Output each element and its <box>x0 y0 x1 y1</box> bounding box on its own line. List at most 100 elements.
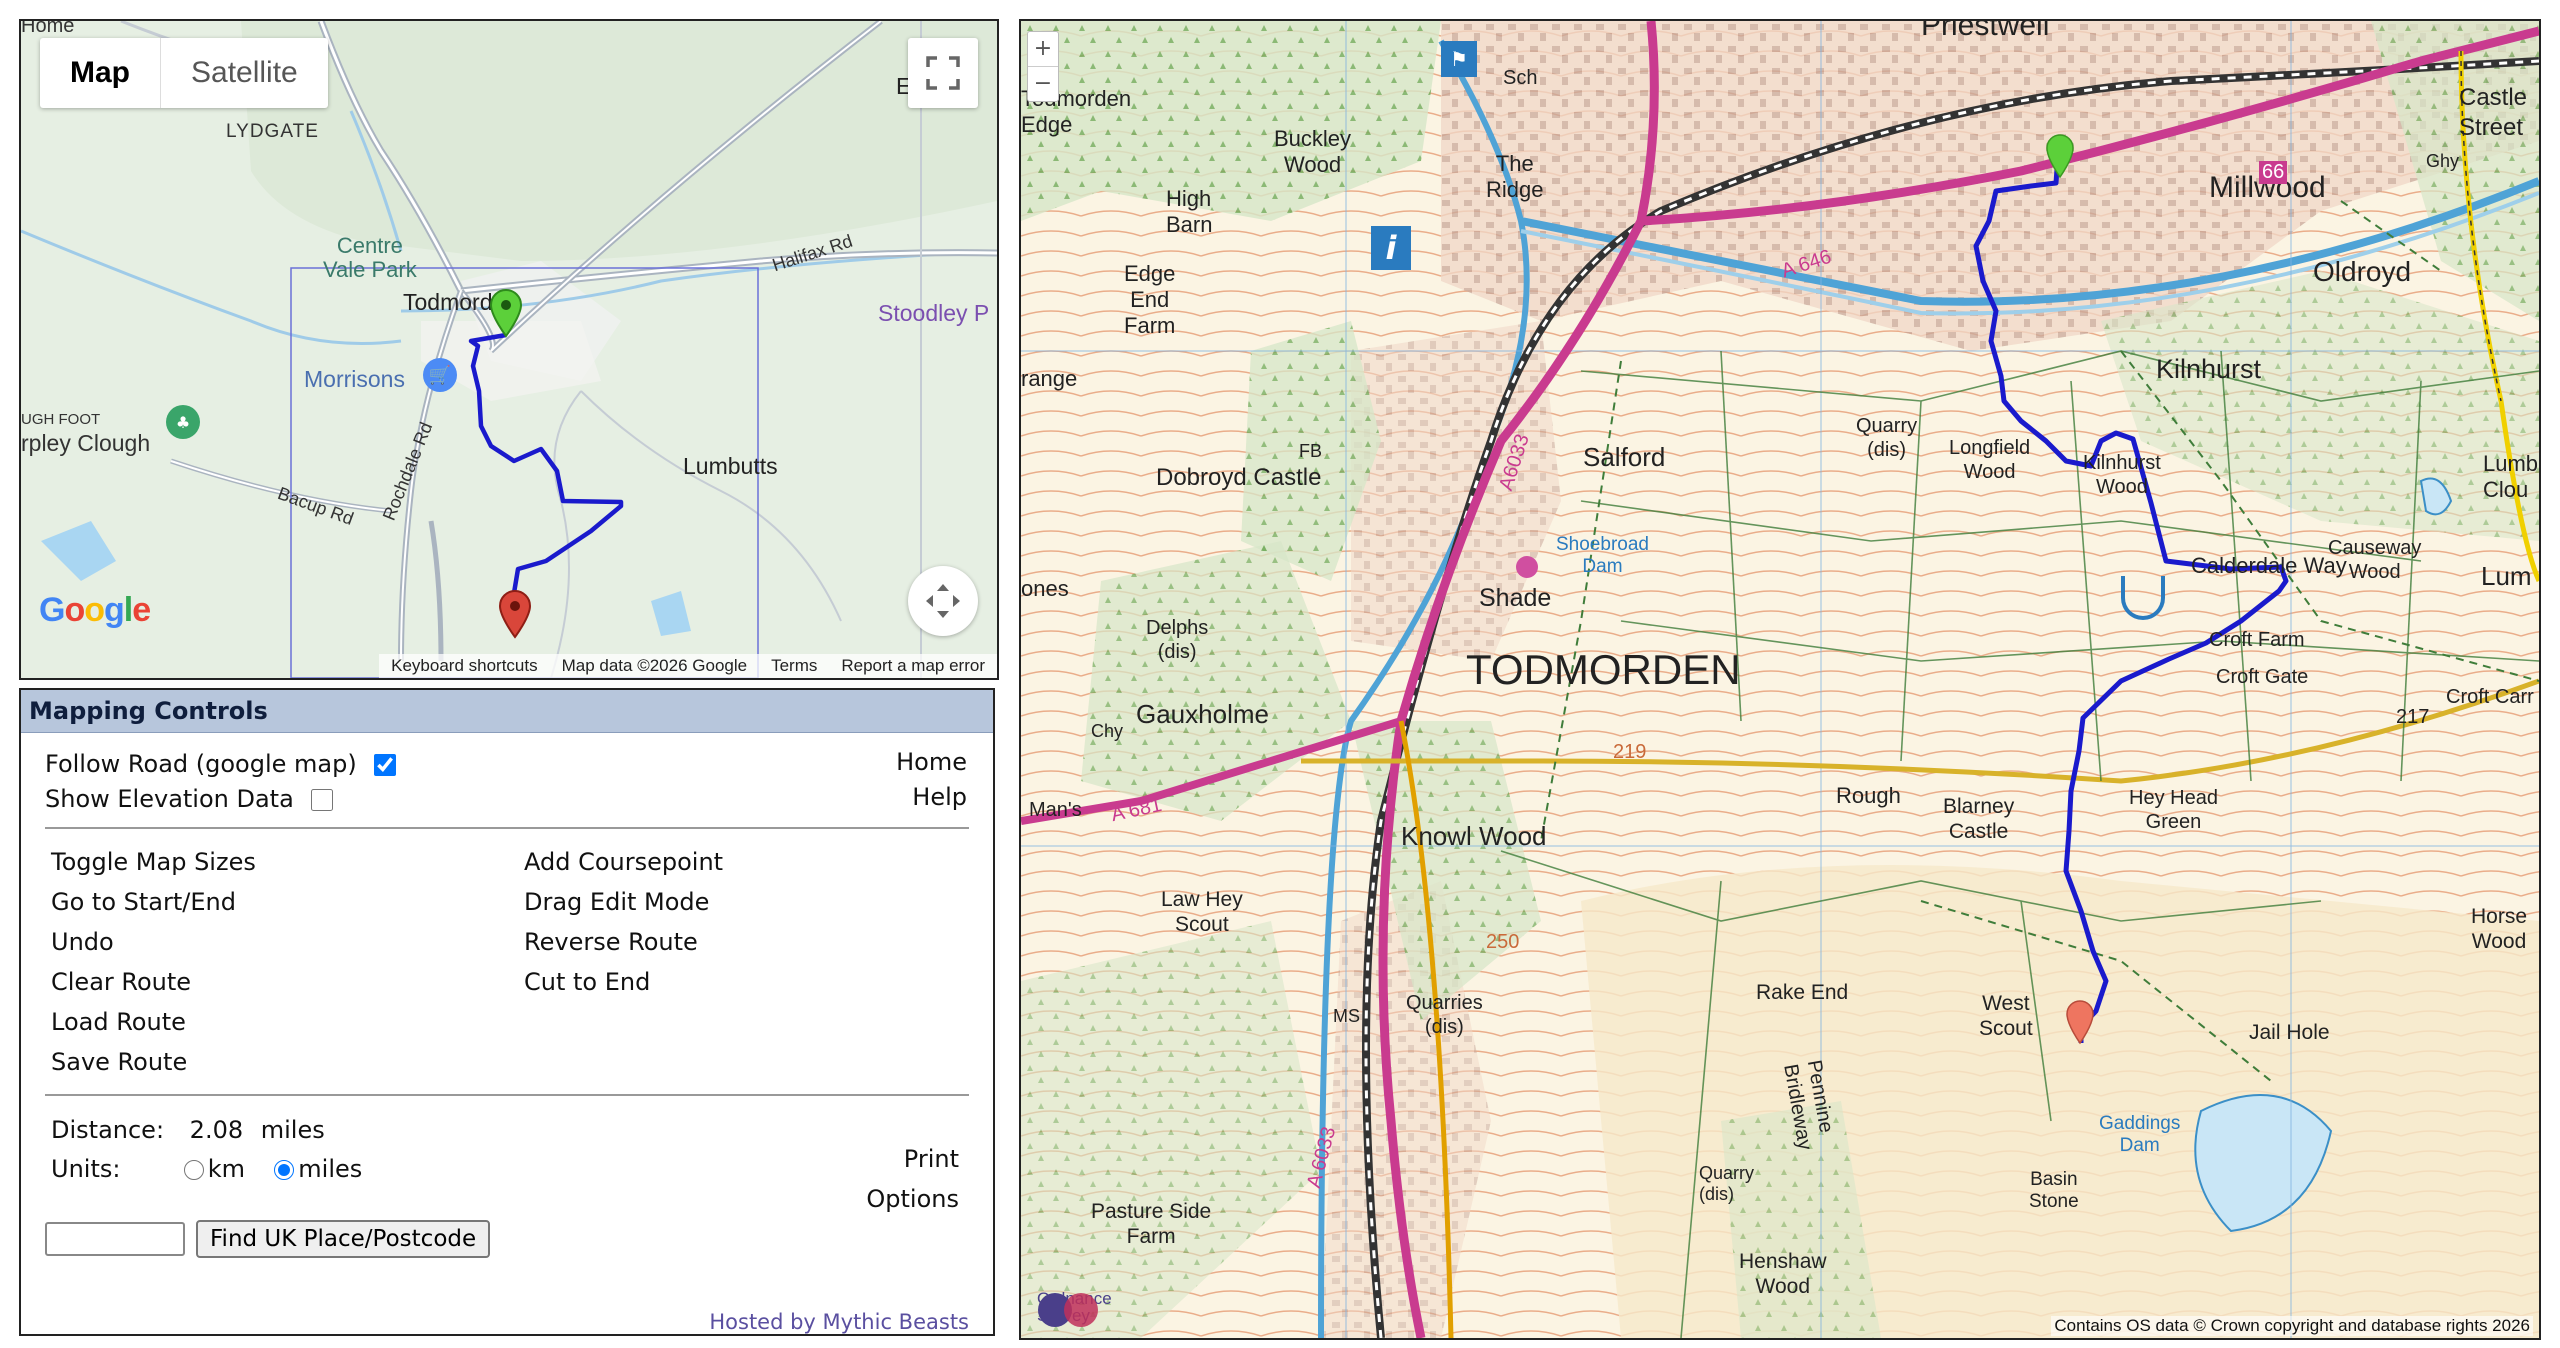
os-label: Ghy <box>2426 151 2460 171</box>
show-elevation-checkbox[interactable] <box>311 789 334 811</box>
keyboard-shortcuts-link[interactable]: Keyboard shortcuts <box>379 654 549 678</box>
google-map[interactable]: Home LYDGATE Centre Vale Park Todmorden … <box>19 19 999 680</box>
os-label: Pasture Side Farm <box>1091 1200 1212 1248</box>
os-label: Man's <box>1029 799 1082 821</box>
map-label-lumbutts: Lumbutts <box>683 453 778 479</box>
zoom-in-button[interactable]: + <box>1028 32 1058 66</box>
os-label: Delphs (dis) <box>1146 617 1209 663</box>
save-route-link[interactable]: Save Route <box>51 1048 187 1076</box>
map-label-stoodley: Stoodley P <box>878 300 990 326</box>
panel-title: Mapping Controls <box>21 690 993 733</box>
horseshoe-icon <box>2121 576 2165 620</box>
start-pin-icon[interactable] <box>2045 133 2075 179</box>
fullscreen-icon <box>926 56 960 90</box>
os-label: TODMORDEN <box>1466 646 1741 693</box>
load-route-link[interactable]: Load Route <box>51 1008 186 1036</box>
unit-km-radio[interactable] <box>183 1160 204 1180</box>
end-pin-icon[interactable] <box>498 589 532 639</box>
os-map[interactable]: Priestwell Todmorden Edge Buckley Wood T… <box>1019 19 2541 1340</box>
os-label: Longfield Wood <box>1949 437 2031 483</box>
os-logo-icon <box>1038 1293 1098 1327</box>
print-link[interactable]: Print <box>904 1145 959 1173</box>
distance-label: Distance: <box>51 1116 165 1144</box>
os-label: Basin Stone <box>2029 1169 2079 1212</box>
os-label: Hey Head Green <box>2129 787 2218 833</box>
os-map-canvas[interactable] <box>1021 21 2539 1338</box>
os-label: Kilnhurst Wood <box>2083 452 2161 498</box>
home-link[interactable]: Home <box>896 748 967 776</box>
map-data-attribution: Map data ©2026 Google <box>561 656 748 675</box>
os-label: Rake End <box>1756 981 1849 1004</box>
os-label: Croft Farm <box>2209 629 2305 651</box>
shopping-cart-icon[interactable]: 🛒 <box>423 358 457 392</box>
map-type-control: Map Satellite <box>40 38 328 108</box>
os-label: Gaddings Dam <box>2099 1113 2181 1156</box>
os-label: Lumb Clou <box>2483 451 2539 502</box>
os-label: Blarney Castle <box>1943 795 2015 843</box>
unit-miles-label: miles <box>298 1155 363 1183</box>
os-label: 217 <box>2396 706 2430 728</box>
go-to-start-end-link[interactable]: Go to Start/End <box>51 888 236 916</box>
os-label: Calderdale Way <box>2191 553 2347 578</box>
map-type-map-button[interactable]: Map <box>40 38 161 108</box>
map-type-satellite-button[interactable]: Satellite <box>161 38 328 108</box>
os-label: Buckley Wood <box>1274 126 1352 177</box>
find-place-button[interactable]: Find UK Place/Postcode <box>196 1220 491 1258</box>
os-label: Knowl Wood <box>1401 821 1547 851</box>
os-label: MS <box>1333 1006 1360 1026</box>
os-label: Quarries (dis) <box>1406 992 1483 1038</box>
zoom-out-button[interactable]: − <box>1028 66 1058 101</box>
os-label: Priestwell <box>1921 19 2050 42</box>
google-logo: Google <box>39 591 151 629</box>
follow-road-checkbox[interactable] <box>374 754 397 776</box>
hosted-by-link[interactable]: Hosted by Mythic Beasts <box>709 1310 969 1334</box>
os-label: West Scout <box>1979 992 2033 1040</box>
start-pin-icon[interactable] <box>489 288 523 338</box>
undo-link[interactable]: Undo <box>51 928 114 956</box>
map-label-morrisons: Morrisons <box>304 366 405 392</box>
end-pin-icon[interactable] <box>2065 999 2095 1045</box>
os-label: Shoebroad Dam <box>1556 534 1649 577</box>
google-map-footer: Keyboard shortcuts Map data ©2026 Google… <box>379 654 997 678</box>
units-label: Units: <box>51 1155 121 1183</box>
park-icon[interactable]: ♣ <box>166 405 200 439</box>
report-error-link[interactable]: Report a map error <box>829 654 997 678</box>
reverse-route-link[interactable]: Reverse Route <box>524 928 698 956</box>
os-label: Henshaw Wood <box>1739 1250 1827 1298</box>
help-link[interactable]: Help <box>912 783 967 811</box>
os-label: Causeway Wood <box>2328 537 2422 583</box>
terms-link[interactable]: Terms <box>759 654 829 678</box>
toggle-map-sizes-link[interactable]: Toggle Map Sizes <box>51 848 256 876</box>
os-label: Castle Street <box>2459 84 2528 141</box>
unit-miles-radio[interactable] <box>274 1160 295 1180</box>
follow-road-label: Follow Road (google map) <box>45 750 357 778</box>
os-label: 250 <box>1486 931 1520 953</box>
fullscreen-button[interactable] <box>908 38 978 108</box>
unit-km-label: km <box>207 1155 246 1183</box>
move-arrows-icon <box>926 584 960 618</box>
show-elevation-row: Show Elevation Data <box>45 785 334 813</box>
os-label: Gauxholme <box>1136 699 1269 729</box>
map-label-lydgate: LYDGATE <box>226 121 319 142</box>
drag-edit-mode-link[interactable]: Drag Edit Mode <box>524 888 709 916</box>
distance-row: Distance: 2.08 miles <box>51 1116 325 1144</box>
camera-control-button[interactable] <box>908 566 978 636</box>
options-link[interactable]: Options <box>866 1185 959 1213</box>
info-icon: i <box>1371 226 1411 270</box>
cut-to-end-link[interactable]: Cut to End <box>524 968 650 996</box>
os-label: Salford <box>1583 442 1666 472</box>
os-label: Edge End Farm <box>1124 261 1176 338</box>
map-label-home: Home <box>21 19 75 37</box>
os-label: Croft Carr <box>2446 686 2534 708</box>
os-label: Kilnhurst <box>2156 354 2262 384</box>
os-label: Law Hey Scout <box>1161 888 1243 936</box>
postcode-input[interactable] <box>45 1222 185 1256</box>
os-label: Quarry (dis) <box>1856 415 1918 461</box>
map-label-centre-vale: Centre Vale Park <box>323 233 417 282</box>
map-label-foot: UGH FOOT <box>21 411 101 428</box>
clear-route-link[interactable]: Clear Route <box>51 968 191 996</box>
parking-icon: ⚑ <box>1441 41 1477 77</box>
add-coursepoint-link[interactable]: Add Coursepoint <box>524 848 723 876</box>
os-label: Quarry (dis) <box>1699 1163 1755 1204</box>
google-map-canvas[interactable] <box>21 21 997 678</box>
